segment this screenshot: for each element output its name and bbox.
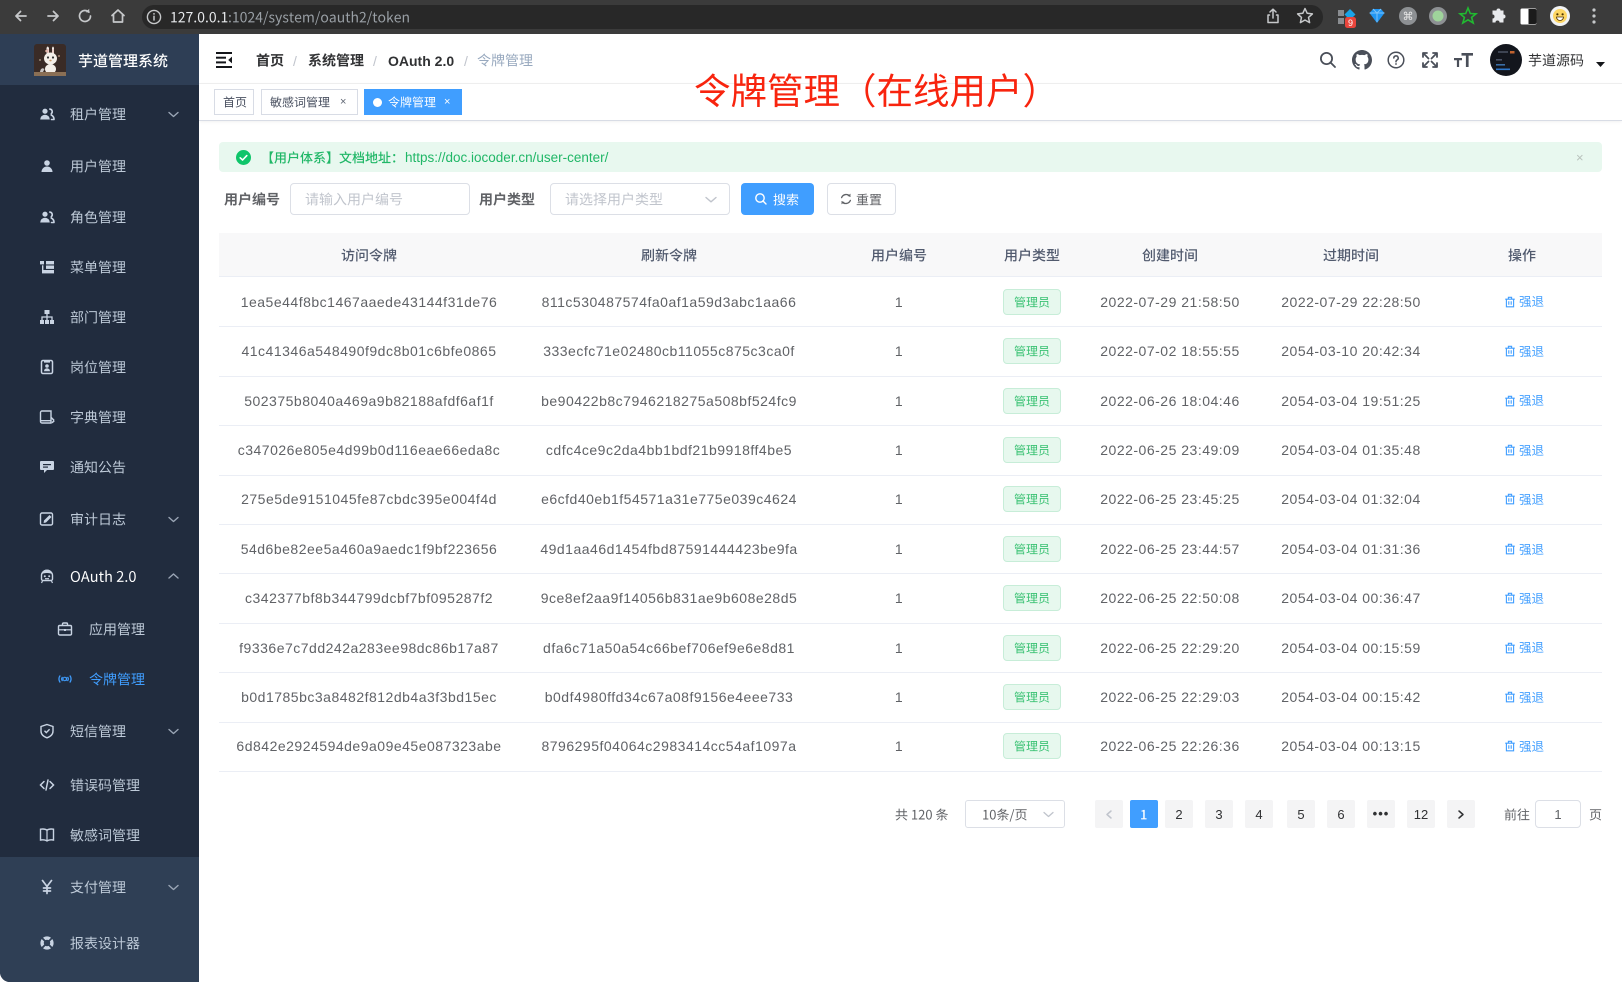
svg-text:⌘: ⌘ [1403, 11, 1414, 23]
svg-text:9: 9 [1348, 18, 1353, 28]
